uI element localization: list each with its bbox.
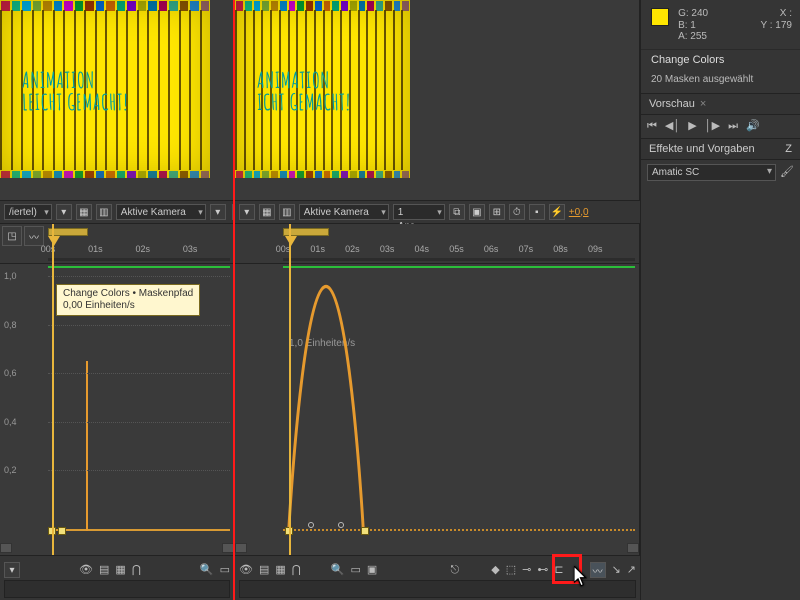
rgba-readout: G: 240 B: 1 A: 255 (678, 8, 708, 43)
props-icon[interactable]: ▤ (99, 565, 109, 576)
snap-icon[interactable]: ⋂ (132, 565, 141, 576)
ease-out-icon[interactable]: ↗ (627, 565, 636, 576)
xy-readout: X : Y : 179 (760, 8, 792, 31)
fit-icon[interactable]: ▭ (220, 565, 230, 576)
fit-icon[interactable]: ▭ (351, 565, 361, 576)
time-ruler[interactable]: 00s01s02s03s04s05s06s07s08s09s (283, 236, 635, 262)
pixel-icon[interactable]: ▪ (529, 204, 545, 220)
speed-curve (283, 264, 635, 555)
separate-icon[interactable]: ⎋ (451, 565, 460, 576)
fx-panel-label: Effekte und Vorgaben (649, 143, 785, 155)
region-icon[interactable]: ⊞ (489, 204, 505, 220)
views-dropdown[interactable]: 1 Ans... (393, 204, 445, 220)
bezier-handle[interactable] (338, 522, 344, 528)
res-toggle-icon[interactable]: ▾ (56, 204, 72, 220)
comp-viewer-right[interactable]: ANIMATION ICHT GEMACHT! (235, 0, 640, 200)
fx-extra-tab[interactable]: Z (785, 143, 792, 155)
key-bezier-icon[interactable]: ⊸ (522, 565, 531, 576)
font-row: Amatic SC 🖌 (641, 160, 800, 185)
play-icon[interactable]: ▶ (688, 121, 696, 132)
comp-viewers: ANIMATION LEICHT GEMACHT! ANIMATION ICHT… (0, 0, 640, 200)
eye-icon[interactable]: 👁 (239, 565, 253, 576)
res-toggle-icon[interactable]: ▾ (239, 204, 255, 220)
bezier-handle[interactable] (308, 522, 314, 528)
audio-icon[interactable]: 🔊 (746, 121, 760, 132)
timeline-header: ◳ 〰 00s01s02s03s (0, 224, 234, 264)
dd-icon[interactable]: ▾ (210, 204, 226, 220)
comp-frame-left: ANIMATION LEICHT GEMACHT! (0, 0, 210, 178)
grid-icon[interactable]: ▦ (259, 204, 275, 220)
layer-bar (48, 266, 230, 268)
font-dropdown[interactable]: Amatic SC (647, 164, 776, 181)
info-color: G: 240 B: 1 A: 255 X : Y : 179 (641, 0, 800, 50)
selection-sub: 20 Masken ausgewählt (641, 74, 800, 93)
easy-ease-button[interactable]: 〰 (590, 562, 606, 578)
snap-icon[interactable]: ⋂ (292, 565, 301, 576)
comp-viewer-left[interactable]: ANIMATION LEICHT GEMACHT! (0, 0, 235, 200)
zoom-icon[interactable]: 🔍 (200, 565, 214, 576)
key-cont-icon[interactable]: ⊷ (537, 565, 548, 576)
time-ruler[interactable]: 00s01s02s03s (48, 236, 230, 262)
key-auto-icon[interactable]: ⬚ (506, 565, 516, 576)
graph-editor-right[interactable]: 1,0 Einheiten/s (283, 264, 635, 555)
preview-panel-label: Vorschau (649, 98, 695, 110)
grid-icon[interactable]: ▦ (76, 204, 92, 220)
apply-brush-icon[interactable]: 🖌 (780, 167, 794, 178)
timecode-icon[interactable]: ⏱ (509, 204, 525, 220)
timeline-footer: ▾ 👁 ▤ ▦ ⋂ 🔍 ▭ 👁 ▤ ▦ ⋂ 🔍 ▭ ▣ ⎋ ◆ ⬚ ⊸ (0, 555, 640, 600)
keyframe[interactable] (58, 527, 66, 535)
comp-mini-icon[interactable]: ◳ (2, 226, 22, 246)
graph-mini-icon[interactable]: 〰 (24, 226, 44, 246)
comp-frame-right: ANIMATION ICHT GEMACHT! (235, 0, 410, 178)
graph-tooltip: Change Colors • Maskenpfad 0,00 Einheite… (56, 284, 200, 316)
alpha-icon[interactable]: ▣ (469, 204, 485, 220)
scroll-handle-right[interactable] (627, 543, 639, 553)
keyframe[interactable] (361, 527, 369, 535)
zoom-icon[interactable]: 🔍 (331, 565, 345, 576)
fit-all-icon[interactable]: ▣ (367, 565, 377, 576)
scroll-handle-left[interactable] (0, 543, 12, 553)
mouse-cursor (574, 566, 588, 584)
scroll-handle-left[interactable] (235, 543, 247, 553)
footer-right: 👁 ▤ ▦ ⋂ 🔍 ▭ ▣ ⎋ ◆ ⬚ ⊸ ⊷ ⊏ 〰 ↘ ↗ (235, 555, 640, 600)
timeline-left[interactable]: ◳ 〰 00s01s02s03s 1,00,80,60,40,2 Change … (0, 224, 235, 555)
share-icon[interactable]: ⧉ (449, 204, 465, 220)
current-time-indicator[interactable] (52, 224, 54, 555)
timelines: ◳ 〰 00s01s02s03s 1,00,80,60,40,2 Change … (0, 224, 640, 555)
timeline-header: 00s01s02s03s04s05s06s07s08s09s (235, 224, 639, 264)
mask-toggle-icon[interactable]: ▥ (279, 204, 295, 220)
grid-icon[interactable]: ▦ (115, 565, 125, 576)
speed-spike (86, 361, 88, 531)
ease-in-icon[interactable]: ↘ (612, 565, 621, 576)
zoom-slider[interactable] (4, 580, 230, 598)
key-linear-icon[interactable]: ◆ (491, 565, 499, 576)
timeline-right[interactable]: 00s01s02s03s04s05s06s07s08s09s 1,0 Einhe… (235, 224, 640, 555)
camera-dropdown[interactable]: Aktive Kamera (299, 204, 389, 220)
camera-dropdown[interactable]: Aktive Kamera (116, 204, 206, 220)
magnification-dropdown[interactable]: /iertel) (4, 204, 52, 220)
menu-icon[interactable]: ▾ (4, 562, 20, 578)
work-area-bar[interactable] (48, 228, 88, 236)
props-icon[interactable]: ▤ (259, 565, 269, 576)
right-panels: G: 240 B: 1 A: 255 X : Y : 179 Change Co… (640, 0, 800, 600)
grid-icon[interactable]: ▦ (275, 565, 285, 576)
preview-panel-header[interactable]: Vorschau × (641, 93, 800, 115)
footer-left: ▾ 👁 ▤ ▦ ⋂ 🔍 ▭ (0, 555, 235, 600)
fast-preview-icon[interactable]: ⚡ (549, 204, 565, 220)
last-frame-icon[interactable]: ⏭ (728, 121, 738, 132)
prev-frame-icon[interactable]: ◀│ (665, 121, 680, 132)
color-swatch (651, 8, 669, 26)
current-time-indicator[interactable] (289, 224, 291, 555)
next-frame-icon[interactable]: │▶ (705, 121, 720, 132)
eye-icon[interactable]: 👁 (79, 565, 93, 576)
first-frame-icon[interactable]: ⏮ (647, 121, 657, 132)
fx-panel-header[interactable]: Effekte und Vorgaben Z (641, 138, 800, 160)
preview-playbar: ⏮ ◀│ ▶ │▶ ⏭ 🔊 (641, 115, 800, 138)
mask-toggle-icon[interactable]: ▥ (96, 204, 112, 220)
baseline (48, 529, 230, 531)
annotation-divider (233, 0, 235, 600)
viewer-toolbar: /iertel) ▾ ▦ ▥ Aktive Kamera ▾ ▾ ▦ ▥ Akt… (0, 200, 640, 224)
exposure-value[interactable]: +0,0 (569, 207, 589, 218)
selection-name: Change Colors (641, 50, 800, 74)
